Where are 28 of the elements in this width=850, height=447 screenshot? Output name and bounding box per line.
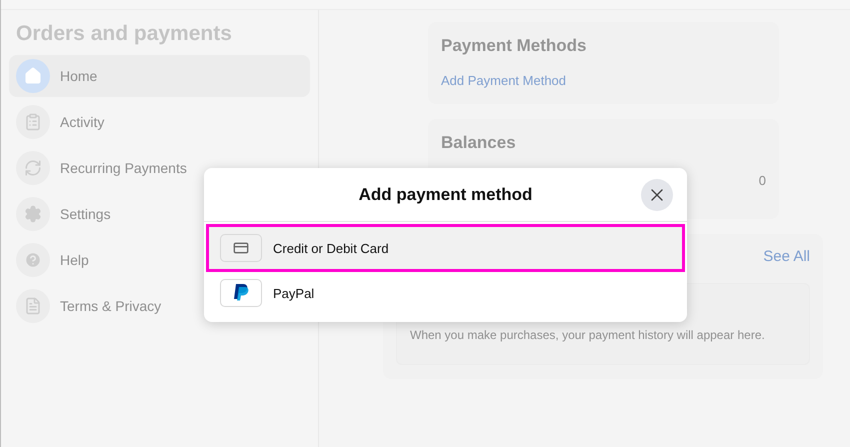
payment-option[interactable]: Credit or Debit Card (206, 224, 685, 272)
empty-history-text: When you make purchases, your payment history will appear here. (410, 328, 765, 342)
sidebar-item[interactable]: Activity (9, 101, 310, 143)
add-payment-method-link[interactable]: Add Payment Method (441, 73, 566, 88)
option-label: PayPal (273, 286, 314, 300)
card-title: Payment Methods (441, 36, 588, 56)
settings-icon (16, 197, 50, 231)
home-icon (16, 59, 50, 93)
sidebar-label: Recurring Payments (60, 160, 187, 176)
help-icon (16, 243, 50, 277)
sidebar-label: Home (60, 68, 98, 84)
document-icon (16, 289, 50, 323)
option-label: Credit or Debit Card (273, 240, 389, 256)
card-title: Balances (441, 133, 517, 153)
sidebar-label: Settings (60, 206, 111, 222)
balance-value: 0 (758, 173, 766, 188)
paypal-icon (232, 283, 250, 303)
refresh-icon (16, 151, 50, 185)
clipboard-icon (16, 105, 50, 139)
sidebar-item[interactable]: Recurring Payments (9, 147, 310, 189)
sidebar-label: Help (60, 252, 89, 268)
see-all-link[interactable]: See All (763, 248, 810, 265)
sidebar-label: Activity (60, 114, 104, 130)
credit-card-icon (220, 234, 262, 262)
sidebar-item[interactable]: Home (9, 55, 310, 97)
close-button[interactable] (641, 179, 673, 211)
sidebar-label: Terms & Privacy (60, 298, 162, 314)
dialog-title: Add payment method (358, 184, 532, 204)
